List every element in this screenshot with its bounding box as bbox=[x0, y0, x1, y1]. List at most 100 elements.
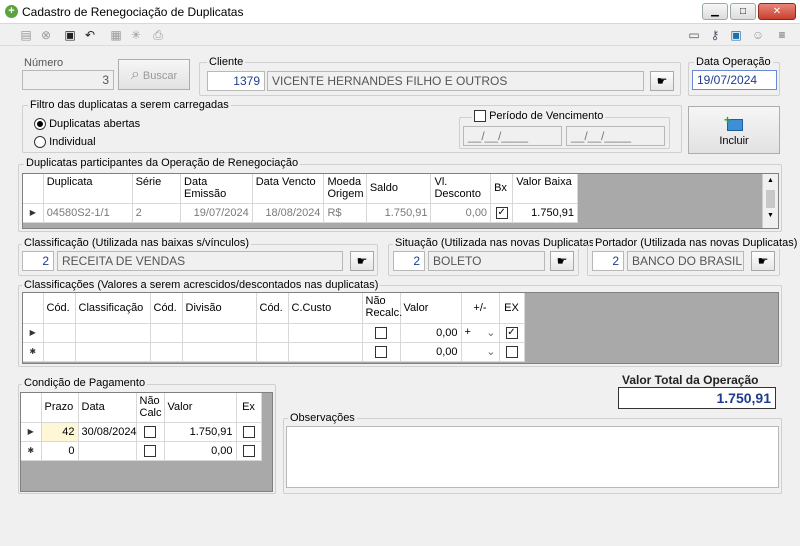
cliente-lookup-button[interactable]: ☛ bbox=[650, 71, 674, 91]
col-header[interactable]: Valor bbox=[164, 393, 237, 423]
portador-code-input[interactable]: 2 bbox=[592, 251, 624, 271]
cell-prazo[interactable]: 42 bbox=[41, 422, 79, 442]
periodo-fim-input[interactable]: __/__/____ bbox=[566, 126, 665, 146]
cell-divisao[interactable] bbox=[182, 342, 257, 362]
col-header[interactable]: Vl. Desconto bbox=[430, 174, 492, 204]
classificacao-lookup-button[interactable]: ☛ bbox=[350, 251, 374, 271]
col-header[interactable]: C.Custo bbox=[288, 293, 363, 324]
vertical-scrollbar[interactable]: ▲ ▼ bbox=[762, 174, 778, 228]
col-header[interactable]: Não Recalc. bbox=[362, 293, 402, 324]
cell-cod[interactable] bbox=[256, 323, 289, 343]
scroll-thumb[interactable] bbox=[766, 190, 775, 208]
col-header[interactable]: Cód. bbox=[256, 293, 289, 324]
refresh-icon[interactable]: ✳ bbox=[128, 27, 144, 43]
cell-classificacao[interactable] bbox=[75, 342, 151, 362]
col-header[interactable]: Data bbox=[78, 393, 137, 423]
col-header[interactable]: Prazo bbox=[41, 393, 79, 423]
user-icon[interactable]: ☺ bbox=[750, 27, 766, 43]
cell-ccusto[interactable] bbox=[288, 342, 363, 362]
table-row[interactable]: ▶ 0,00 + ⌄ ✓ bbox=[23, 323, 525, 343]
col-header[interactable]: Não Calc bbox=[136, 393, 165, 423]
cell-valor[interactable]: 1.750,91 bbox=[164, 422, 237, 442]
cell-ccusto[interactable] bbox=[288, 323, 363, 343]
cell-valor[interactable]: 0,00 bbox=[400, 323, 462, 343]
col-header[interactable]: Série bbox=[132, 174, 182, 204]
cell-ex[interactable] bbox=[236, 422, 262, 442]
col-header[interactable]: Moeda Origem bbox=[323, 174, 367, 204]
cell-cod[interactable] bbox=[150, 342, 183, 362]
cell-bx[interactable]: ✓ bbox=[490, 203, 514, 223]
undo-icon[interactable]: ↶ bbox=[82, 27, 98, 43]
minimize-button[interactable]: ▁ bbox=[702, 3, 728, 20]
cell-sinal[interactable]: ⌄ bbox=[461, 342, 500, 362]
checkbox-icon[interactable] bbox=[474, 110, 486, 123]
radio-selected-icon[interactable] bbox=[34, 118, 46, 131]
data-operacao-input[interactable]: 19/07/2024 bbox=[692, 70, 777, 90]
close-button[interactable]: ✕ bbox=[758, 3, 796, 20]
cell-cod[interactable] bbox=[256, 342, 289, 362]
col-header[interactable]: Saldo bbox=[366, 174, 432, 204]
col-header[interactable]: +/- bbox=[461, 293, 500, 324]
cell-cod[interactable] bbox=[43, 323, 76, 343]
checkbox-checked-icon[interactable]: ✓ bbox=[505, 326, 518, 339]
radio-duplicatas-abertas[interactable]: Duplicatas abertas bbox=[34, 118, 140, 131]
report-icon[interactable]: ▭ bbox=[686, 27, 702, 43]
cell-sinal[interactable]: + ⌄ bbox=[461, 323, 500, 343]
checkbox-icon[interactable] bbox=[375, 326, 387, 339]
periodo-checkbox[interactable]: Período de Vencimento bbox=[472, 110, 606, 123]
situacao-code-input[interactable]: 2 bbox=[393, 251, 425, 271]
checkbox-icon[interactable] bbox=[505, 345, 518, 358]
cell-nao-recalc[interactable] bbox=[362, 342, 401, 362]
radio-unselected-icon[interactable] bbox=[34, 136, 46, 149]
table-row[interactable]: ✱ 0,00 ⌄ bbox=[23, 342, 525, 362]
cell-divisao[interactable] bbox=[182, 323, 257, 343]
radio-individual[interactable]: Individual bbox=[34, 136, 96, 149]
cell-nao-recalc[interactable] bbox=[362, 323, 401, 343]
cell-valor[interactable]: 0,00 bbox=[400, 342, 462, 362]
col-header[interactable]: Classificação bbox=[75, 293, 151, 324]
cell-nao-calc[interactable] bbox=[136, 422, 165, 442]
cell-prazo[interactable]: 0 bbox=[41, 441, 79, 461]
scroll-up-icon[interactable]: ▲ bbox=[763, 174, 778, 188]
chevron-down-icon[interactable]: ⌄ bbox=[486, 326, 495, 339]
table-row[interactable]: ▶ 42 30/08/2024 1.750,91 bbox=[21, 422, 262, 442]
checkbox-icon[interactable] bbox=[242, 444, 255, 457]
grid-icon[interactable]: ▦ bbox=[108, 27, 124, 43]
checkbox-icon[interactable] bbox=[242, 425, 255, 438]
cell-classificacao[interactable] bbox=[75, 323, 151, 343]
cell-cod[interactable] bbox=[150, 323, 183, 343]
checkbox-icon[interactable] bbox=[375, 345, 387, 358]
cancel-icon[interactable]: ⊗ bbox=[38, 27, 54, 43]
chevron-down-icon[interactable]: ⌄ bbox=[486, 345, 495, 358]
cell-valor[interactable]: 0,00 bbox=[164, 441, 237, 461]
col-header[interactable]: EX bbox=[499, 293, 525, 324]
periodo-inicio-input[interactable]: __/__/____ bbox=[463, 126, 562, 146]
maximize-button[interactable]: □ bbox=[730, 3, 756, 20]
cell-nao-calc[interactable] bbox=[136, 441, 165, 461]
cell-valor-baixa[interactable]: 1.750,91 bbox=[512, 203, 578, 223]
classificacao-code-input[interactable]: 2 bbox=[22, 251, 54, 271]
scroll-down-icon[interactable]: ▼ bbox=[763, 210, 778, 222]
portador-lookup-button[interactable]: ☛ bbox=[751, 251, 775, 271]
col-header[interactable]: Cód. bbox=[43, 293, 76, 324]
key-icon[interactable]: ⚷ bbox=[707, 27, 723, 43]
cliente-code-input[interactable]: 1379 bbox=[207, 71, 265, 91]
cell-ex[interactable]: ✓ bbox=[499, 323, 525, 343]
table-row[interactable]: ✱ 0 0,00 bbox=[21, 441, 262, 461]
situacao-lookup-button[interactable]: ☛ bbox=[550, 251, 574, 271]
col-header[interactable]: Valor Baixa bbox=[512, 174, 578, 204]
cell-data[interactable] bbox=[78, 441, 137, 461]
col-header[interactable]: Data Vencto bbox=[252, 174, 325, 204]
col-header[interactable]: Ex bbox=[236, 393, 262, 423]
cell-cod[interactable] bbox=[43, 342, 76, 362]
col-header[interactable]: Cód. bbox=[150, 293, 183, 324]
checkbox-checked-icon[interactable]: ✓ bbox=[495, 206, 508, 219]
checkbox-icon[interactable] bbox=[144, 444, 156, 457]
help-icon[interactable]: ▣ bbox=[728, 27, 744, 43]
menu-icon[interactable]: ≡ bbox=[774, 27, 790, 43]
col-header[interactable]: Duplicata bbox=[43, 174, 133, 204]
observacoes-textarea[interactable] bbox=[286, 426, 779, 488]
print-icon[interactable]: ⎙ bbox=[150, 27, 166, 43]
col-header[interactable]: Bx bbox=[490, 174, 514, 204]
col-header[interactable]: Data Emissão bbox=[180, 174, 253, 204]
